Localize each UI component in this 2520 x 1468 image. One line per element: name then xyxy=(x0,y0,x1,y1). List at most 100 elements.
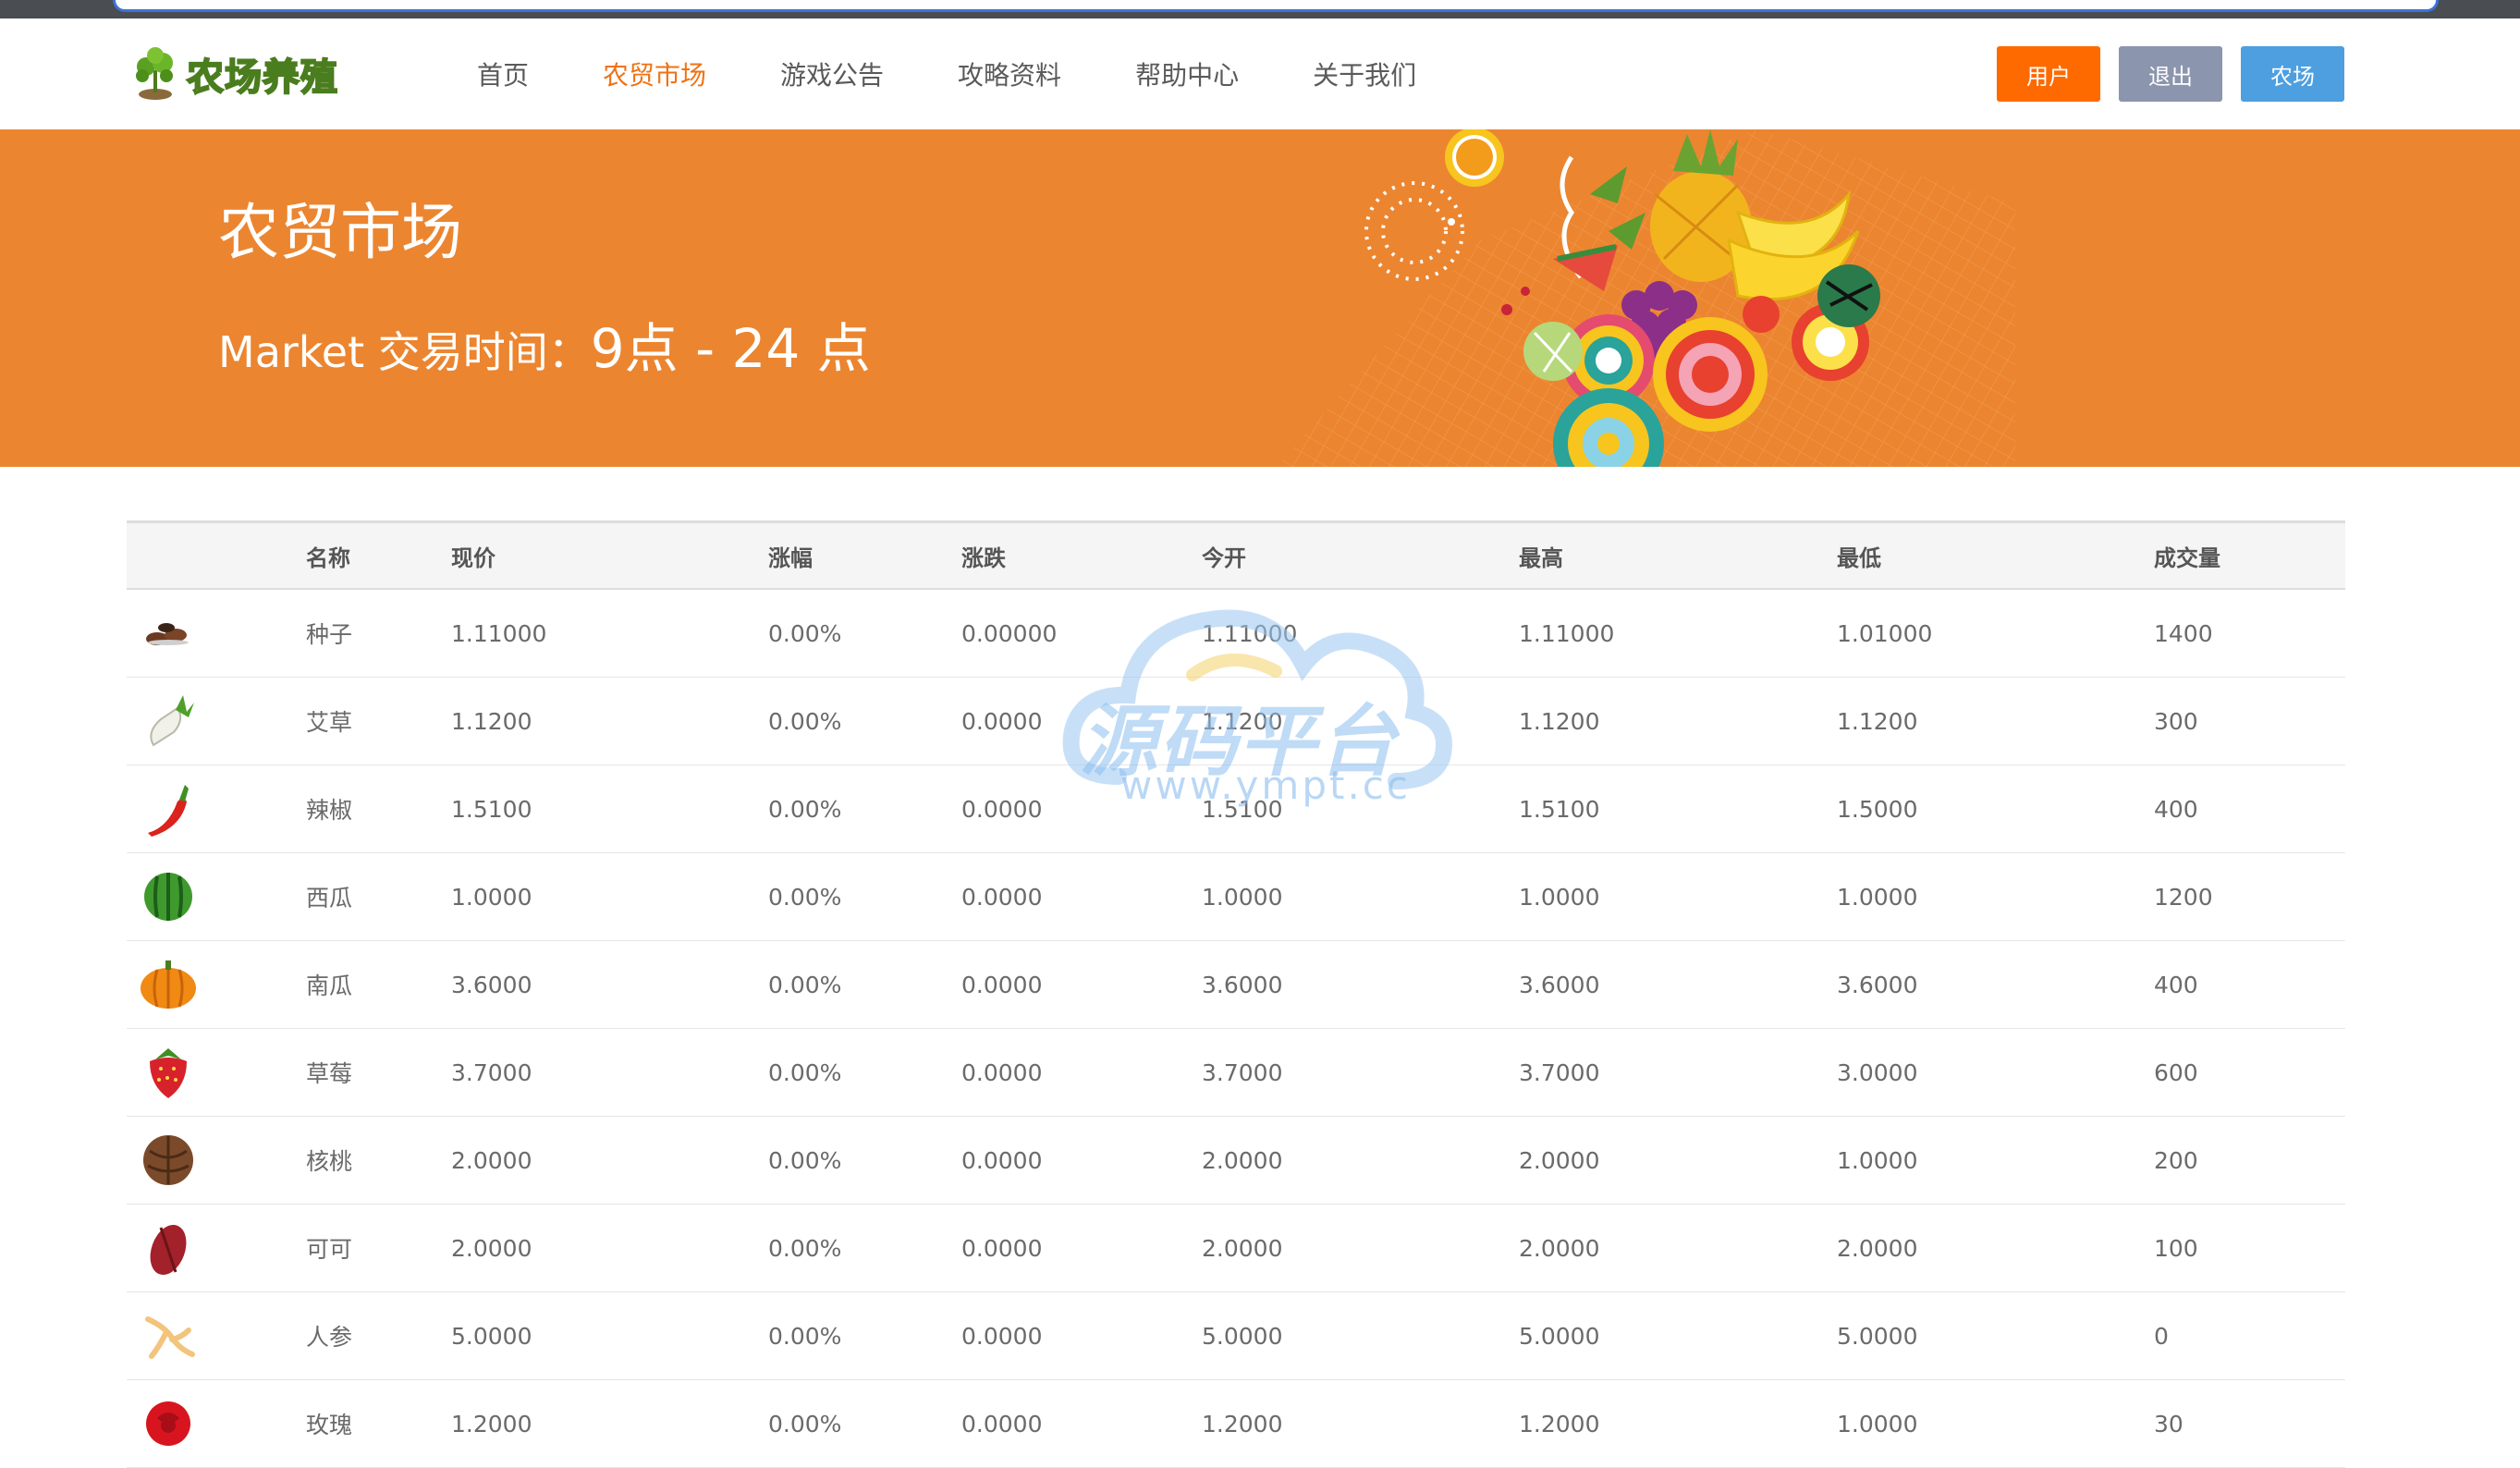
farm-button[interactable]: 农场 xyxy=(2241,46,2344,102)
change-percent: 0.00% xyxy=(768,971,842,998)
change-amount: 0.0000 xyxy=(961,1322,1043,1350)
high-price: 2.0000 xyxy=(1519,1146,1600,1174)
product-name: 辣椒 xyxy=(306,797,353,824)
table-row[interactable]: 草莓 3.7000 0.00% 0.0000 3.7000 3.7000 3.0… xyxy=(127,1029,2345,1117)
current-price: 1.2000 xyxy=(451,1410,532,1437)
watermelon-icon xyxy=(127,853,210,940)
nav-home[interactable]: 首页 xyxy=(477,55,529,92)
low-price: 1.5000 xyxy=(1837,795,1918,823)
chili-icon xyxy=(127,765,210,852)
nav-announcements[interactable]: 游戏公告 xyxy=(780,55,884,92)
fruit-illustration xyxy=(1276,129,2015,467)
header-diff: 涨跌 xyxy=(961,544,1006,571)
product-name: 玫瑰 xyxy=(306,1412,353,1438)
low-price: 3.6000 xyxy=(1837,971,1918,998)
low-price: 3.0000 xyxy=(1837,1058,1918,1086)
nav-market[interactable]: 农贸市场 xyxy=(603,55,706,92)
high-price: 2.0000 xyxy=(1519,1234,1600,1262)
change-percent: 0.00% xyxy=(768,1234,842,1262)
watermark-url: www.ympt.cc xyxy=(1120,763,1411,808)
change-percent: 0.00% xyxy=(768,1146,842,1174)
change-amount: 0.0000 xyxy=(961,971,1043,998)
volume: 400 xyxy=(2154,971,2198,998)
change-percent: 0.00% xyxy=(768,1058,842,1086)
current-price: 5.0000 xyxy=(451,1322,532,1350)
current-price: 2.0000 xyxy=(451,1234,532,1262)
open-price: 3.7000 xyxy=(1202,1058,1283,1086)
high-price: 3.6000 xyxy=(1519,971,1600,998)
cocoa-icon xyxy=(127,1205,210,1291)
high-price: 1.0000 xyxy=(1519,883,1600,911)
change-amount: 0.00000 xyxy=(961,619,1058,647)
header-high: 最高 xyxy=(1519,544,1563,571)
change-percent: 0.00% xyxy=(768,619,842,647)
low-price: 5.0000 xyxy=(1837,1322,1918,1350)
high-price: 1.2000 xyxy=(1519,1410,1600,1437)
browser-chrome-strip xyxy=(0,0,2520,18)
table-row[interactable]: 人参 5.0000 0.00% 0.0000 5.0000 5.0000 5.0… xyxy=(127,1292,2345,1380)
open-price: 1.11000 xyxy=(1202,619,1298,647)
high-price: 1.1200 xyxy=(1519,707,1600,735)
change-percent: 0.00% xyxy=(768,795,842,823)
change-percent: 0.00% xyxy=(768,707,842,735)
volume: 0 xyxy=(2154,1322,2169,1350)
low-price: 1.0000 xyxy=(1837,1410,1918,1437)
low-price: 1.01000 xyxy=(1837,619,1933,647)
nav-help[interactable]: 帮助中心 xyxy=(1135,55,1239,92)
product-name: 南瓜 xyxy=(306,973,353,999)
nav-about[interactable]: 关于我们 xyxy=(1313,55,1416,92)
high-price: 5.0000 xyxy=(1519,1322,1600,1350)
change-percent: 0.00% xyxy=(768,1322,842,1350)
farm-logo-icon xyxy=(136,47,173,100)
change-amount: 0.0000 xyxy=(961,1234,1043,1262)
table-row[interactable]: 可可 2.0000 0.00% 0.0000 2.0000 2.0000 2.0… xyxy=(127,1205,2345,1292)
high-price: 3.7000 xyxy=(1519,1058,1600,1086)
logout-button[interactable]: 退出 xyxy=(2119,46,2222,102)
low-price: 2.0000 xyxy=(1837,1234,1918,1262)
product-name: 人参 xyxy=(306,1324,353,1351)
header-change: 涨幅 xyxy=(768,544,813,571)
open-price: 5.0000 xyxy=(1202,1322,1283,1350)
product-name: 艾草 xyxy=(306,709,353,736)
volume: 200 xyxy=(2154,1146,2198,1174)
low-price: 1.1200 xyxy=(1837,707,1918,735)
header-name: 名称 xyxy=(306,544,350,571)
volume: 100 xyxy=(2154,1234,2198,1262)
high-price: 1.11000 xyxy=(1519,619,1615,647)
table-row[interactable]: 南瓜 3.6000 0.00% 0.0000 3.6000 3.6000 3.6… xyxy=(127,941,2345,1029)
walnut-icon xyxy=(127,1117,210,1204)
change-amount: 0.0000 xyxy=(961,1410,1043,1437)
trading-hours-label: Market 交易时间： xyxy=(218,327,591,377)
current-price: 2.0000 xyxy=(451,1146,532,1174)
radish-icon xyxy=(127,678,210,765)
trading-hours-value: 9点 - 24 点 xyxy=(590,317,871,380)
change-amount: 0.0000 xyxy=(961,1058,1043,1086)
low-price: 1.0000 xyxy=(1837,1146,1918,1174)
header-price: 现价 xyxy=(451,544,495,571)
change-amount: 0.0000 xyxy=(961,795,1043,823)
banner-title: 农贸市场 xyxy=(218,197,462,268)
table-row[interactable]: 种子 1.11000 0.00% 0.00000 1.11000 1.11000… xyxy=(127,590,2345,678)
current-price: 3.7000 xyxy=(451,1058,532,1086)
low-price: 1.0000 xyxy=(1837,883,1918,911)
site-logo[interactable]: 农场养殖 xyxy=(129,46,338,102)
current-price: 3.6000 xyxy=(451,971,532,998)
high-price: 1.5100 xyxy=(1519,795,1600,823)
header-buttons: 用户 退出 农场 xyxy=(1997,46,2344,102)
strawberry-icon xyxy=(127,1029,210,1116)
volume: 30 xyxy=(2154,1410,2184,1437)
table-row[interactable]: 西瓜 1.0000 0.00% 0.0000 1.0000 1.0000 1.0… xyxy=(127,853,2345,941)
table-row[interactable]: 玫瑰 1.2000 0.00% 0.0000 1.2000 1.2000 1.0… xyxy=(127,1380,2345,1468)
volume: 1200 xyxy=(2154,883,2213,911)
table-row[interactable]: 核桃 2.0000 0.00% 0.0000 2.0000 2.0000 1.0… xyxy=(127,1117,2345,1205)
address-bar[interactable] xyxy=(113,0,2439,12)
current-price: 1.11000 xyxy=(451,619,547,647)
user-button[interactable]: 用户 xyxy=(1997,46,2100,102)
nav-guides[interactable]: 攻略资料 xyxy=(958,55,1061,92)
product-name: 草莓 xyxy=(306,1060,353,1087)
open-price: 1.2000 xyxy=(1202,1410,1283,1437)
product-name: 西瓜 xyxy=(306,885,353,911)
header-volume: 成交量 xyxy=(2154,544,2220,571)
change-amount: 0.0000 xyxy=(961,883,1043,911)
market-banner: 农贸市场 Market 交易时间：9点 - 24 点 xyxy=(0,129,2520,467)
